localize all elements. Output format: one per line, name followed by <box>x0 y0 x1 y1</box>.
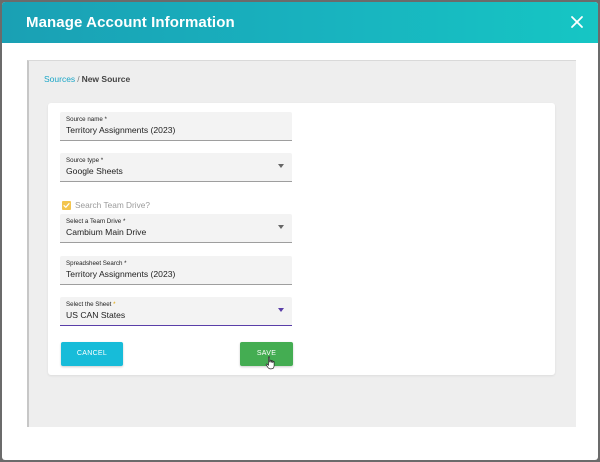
team-drive-label: Select a Team Drive * <box>66 218 126 225</box>
breadcrumb-current: New Source <box>81 74 131 84</box>
chevron-down-icon <box>278 225 284 229</box>
sheet-value: US CAN States <box>66 310 126 320</box>
modal-dialog: Manage Account Information Sources / New S… <box>2 2 598 460</box>
spreadsheet-search-value: Territory Assignments (2023) <box>66 269 176 279</box>
source-name-value: Territory Assignments (2023) <box>66 125 176 135</box>
dialog-content: Sources / New Source Source name * Territo… <box>27 60 576 427</box>
dialog-title: Manage Account Information <box>26 14 235 31</box>
spreadsheet-search-label: Spreadsheet Search * <box>66 260 127 267</box>
search-team-drive-label: Search Team Drive? <box>75 200 151 210</box>
dialog-header: Manage Account Information <box>2 2 598 43</box>
team-drive-value: Cambium Main Drive <box>66 227 147 237</box>
source-name-field[interactable]: Source name * Territory Assignments (202… <box>60 112 292 141</box>
chevron-down-icon <box>278 308 284 312</box>
source-name-label: Source name * <box>66 116 107 123</box>
close-button[interactable] <box>566 11 588 33</box>
spreadsheet-search-field[interactable]: Spreadsheet Search * Territory Assignmen… <box>60 256 292 285</box>
source-type-label: Source type * <box>66 157 104 164</box>
source-type-value: Google Sheets <box>66 166 123 176</box>
team-drive-select[interactable]: Select a Team Drive * Cambium Main Drive <box>60 214 292 243</box>
close-icon <box>566 11 588 33</box>
sheet-select[interactable]: Select the Sheet * US CAN States <box>60 297 292 326</box>
source-type-select[interactable]: Source type * Google Sheets <box>60 153 292 182</box>
sheet-label: Select the Sheet * <box>66 301 116 308</box>
chevron-down-icon <box>278 164 284 168</box>
breadcrumb-separator: / <box>77 74 80 84</box>
cancel-button[interactable]: CANCEL <box>61 342 123 366</box>
hand-pointer-icon <box>265 356 277 370</box>
source-form-card: Source name * Territory Assignments (202… <box>48 103 555 375</box>
breadcrumb: Sources / New Source <box>44 74 130 84</box>
breadcrumb-link-sources[interactable]: Sources <box>44 74 75 84</box>
check-icon <box>63 203 70 208</box>
search-team-drive-checkbox[interactable] <box>62 201 71 210</box>
